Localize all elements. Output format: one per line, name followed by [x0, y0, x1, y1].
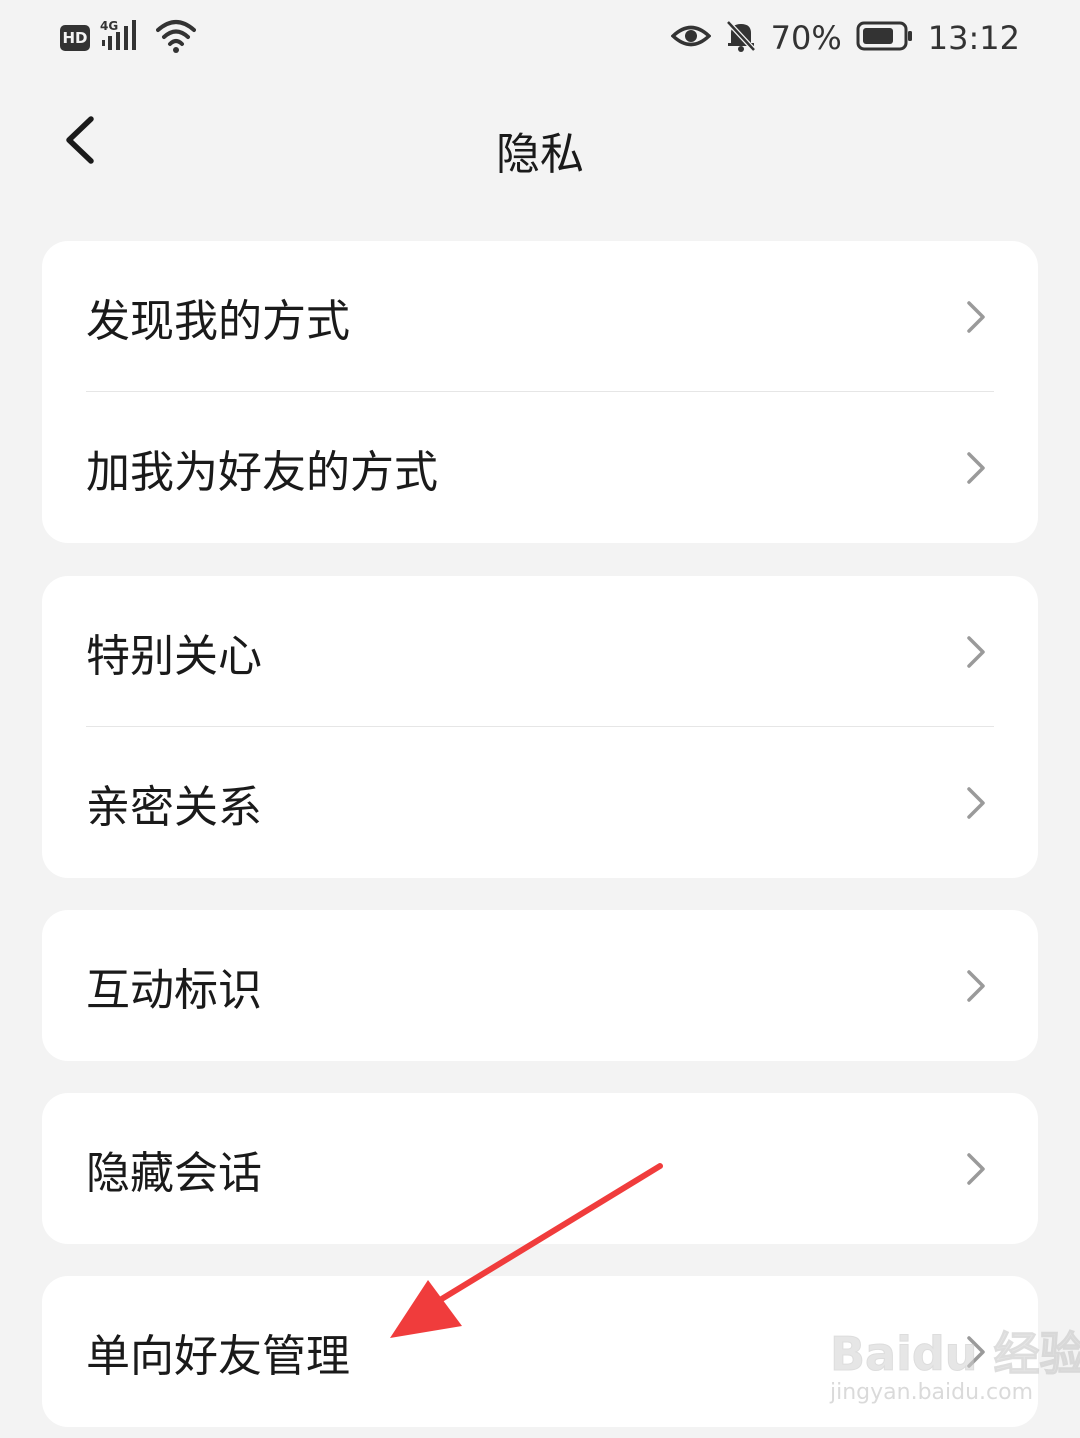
status-bar-left: HD 4G — [60, 18, 196, 58]
menu-item-special-care[interactable]: 特别关心 — [42, 576, 1038, 727]
chevron-right-icon — [964, 1151, 988, 1187]
menu-item-add-friend-methods[interactable]: 加我为好友的方式 — [42, 392, 1038, 543]
menu-item-label: 隐藏会话 — [86, 1147, 262, 1199]
chevron-right-icon — [964, 450, 988, 486]
menu-item-label: 互动标识 — [86, 964, 262, 1016]
battery-icon — [856, 21, 914, 55]
menu-item-interaction-badges[interactable]: 互动标识 — [42, 910, 1038, 1061]
status-bar: HD 4G 70% 13:12 — [0, 0, 1080, 80]
settings-group-relationships: 特别关心 亲密关系 — [42, 576, 1038, 878]
chevron-right-icon — [964, 785, 988, 821]
settings-group-one-way-friends: 单向好友管理 — [42, 1276, 1038, 1427]
chevron-right-icon — [964, 968, 988, 1004]
hd-badge: HD — [60, 25, 90, 51]
chevron-right-icon — [964, 1334, 988, 1370]
menu-item-find-me-methods[interactable]: 发现我的方式 — [42, 241, 1038, 392]
signal-icon: 4G — [100, 18, 146, 58]
privacy-settings-screen: HD 4G 70% 13:12 隐私 发现我的方式 加我为好友的方式 特别关心 … — [0, 0, 1080, 1438]
status-bar-right: 70% 13:12 — [670, 16, 1020, 60]
settings-group-interaction: 互动标识 — [42, 910, 1038, 1061]
settings-group-hidden: 隐藏会话 — [42, 1093, 1038, 1244]
chevron-right-icon — [964, 634, 988, 670]
menu-item-label: 亲密关系 — [86, 781, 262, 833]
menu-item-one-way-friend-management[interactable]: 单向好友管理 — [42, 1276, 1038, 1427]
battery-percent: 70% — [770, 19, 842, 57]
menu-item-label: 发现我的方式 — [86, 295, 350, 347]
header: 隐私 — [0, 90, 1080, 200]
menu-item-intimate-relationship[interactable]: 亲密关系 — [42, 727, 1038, 878]
wifi-icon — [156, 18, 196, 58]
settings-group-discovery: 发现我的方式 加我为好友的方式 — [42, 241, 1038, 543]
network-type-label: 4G — [100, 19, 118, 33]
menu-item-label: 特别关心 — [86, 630, 262, 682]
menu-item-hidden-chats[interactable]: 隐藏会话 — [42, 1093, 1038, 1244]
chevron-right-icon — [964, 299, 988, 335]
eye-icon — [670, 21, 712, 55]
menu-item-label: 单向好友管理 — [86, 1330, 350, 1382]
menu-item-label: 加我为好友的方式 — [86, 446, 438, 498]
page-title: 隐私 — [496, 129, 584, 180]
bell-muted-icon — [725, 19, 757, 57]
clock: 13:12 — [927, 19, 1020, 57]
